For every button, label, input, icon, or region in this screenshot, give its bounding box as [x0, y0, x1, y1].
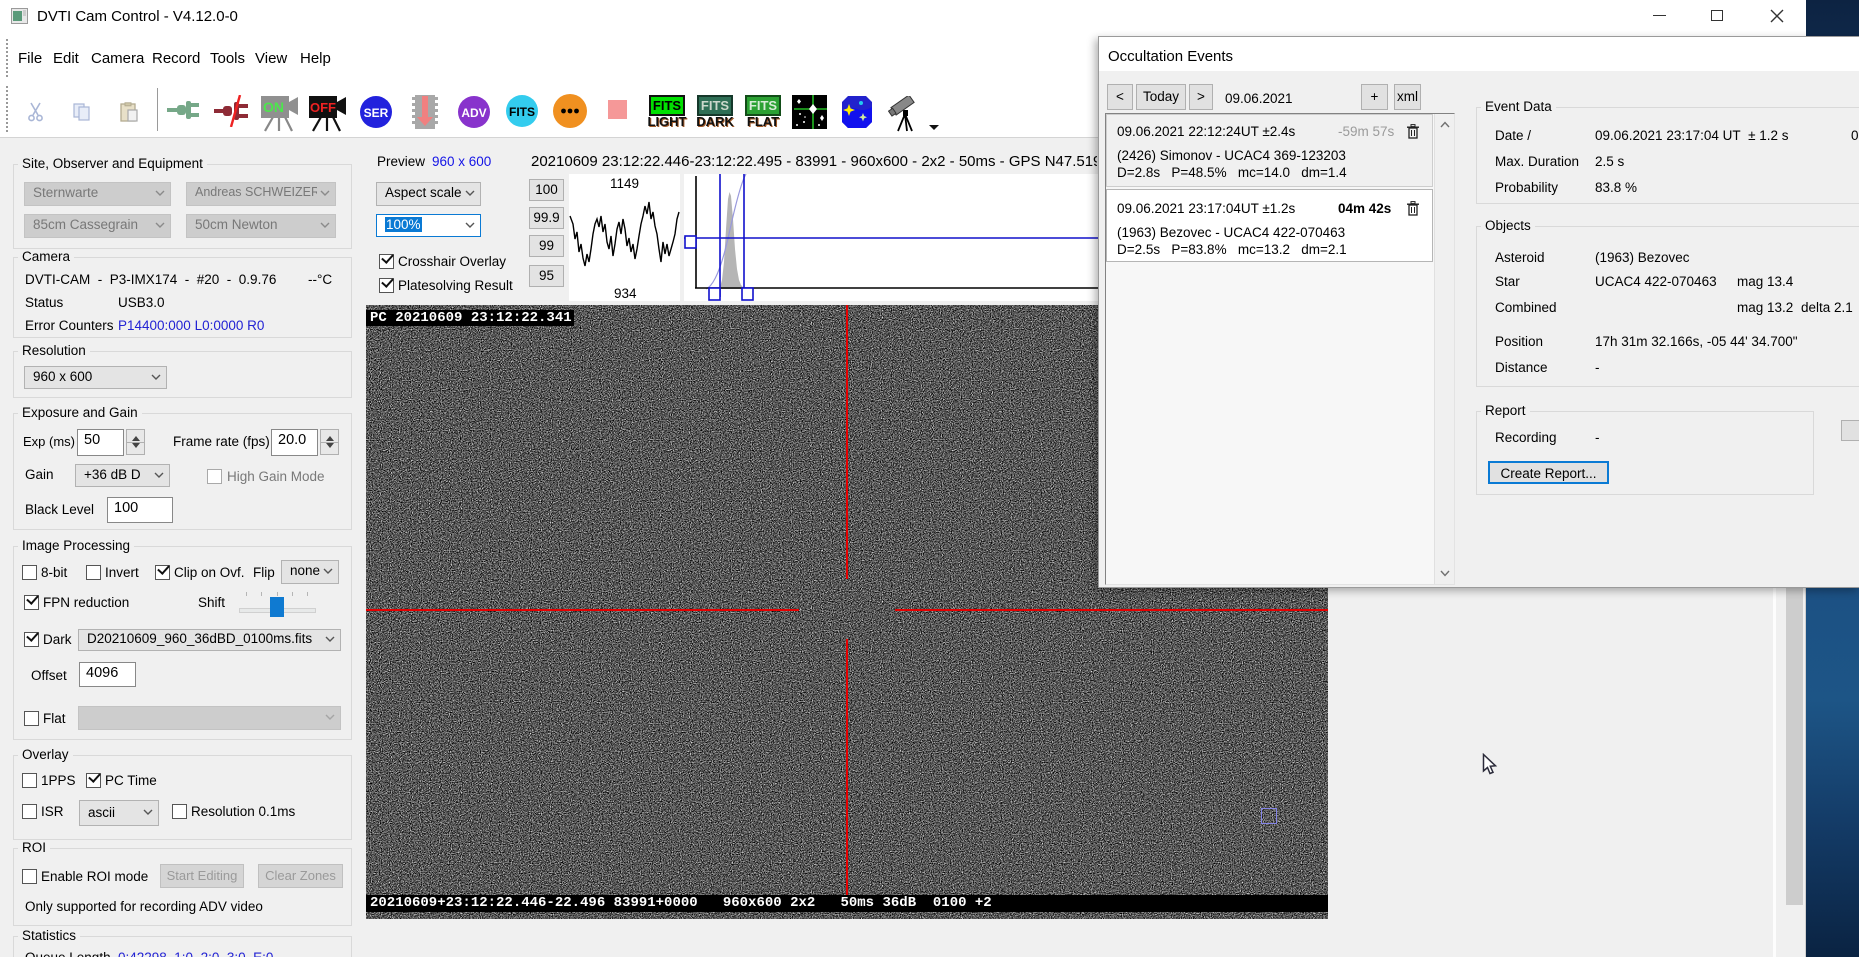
svg-text:FITS: FITS — [509, 105, 535, 119]
svg-text:OFF: OFF — [310, 100, 336, 115]
svg-text:SER: SER — [364, 106, 389, 120]
svg-text:ADV: ADV — [461, 106, 486, 120]
svg-text:ON: ON — [263, 99, 284, 115]
